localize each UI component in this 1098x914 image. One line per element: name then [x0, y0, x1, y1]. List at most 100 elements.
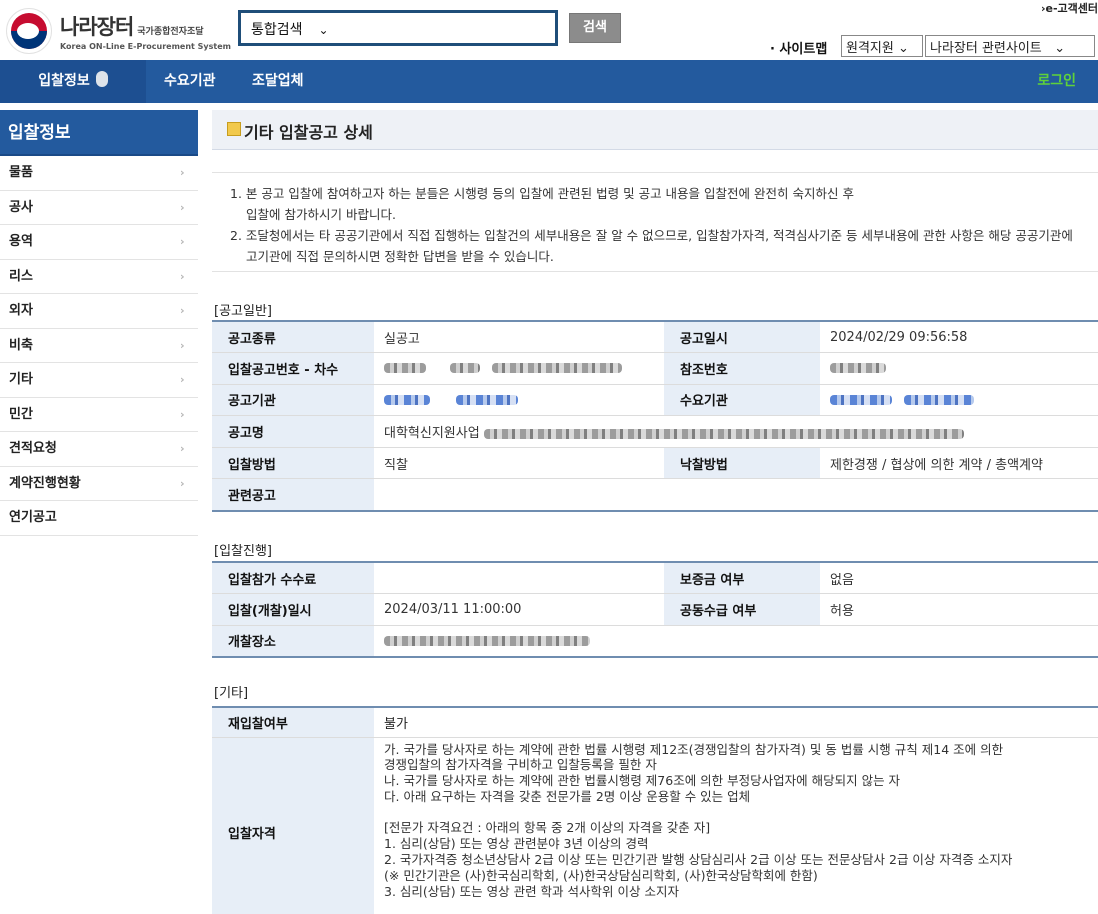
qualification-line: 나. 국가를 당사자로 하는 계약에 관한 법률시행령 제76조에 의한 부정당…: [384, 773, 901, 789]
sidebar-item-label: 민간: [9, 406, 33, 422]
value-deposit: 없음: [820, 562, 1098, 595]
chevron-down-icon: ⌄: [1054, 41, 1066, 56]
main-content: 기타 입찰공고 상세 1. 본 공고 입찰에 참여하고자 하는 분들은 시행령 …: [212, 110, 1098, 914]
label-qualification: 입찰자격: [212, 737, 374, 914]
page-title: 기타 입찰공고 상세: [244, 123, 373, 142]
sidebar-item-label: 비축: [9, 337, 33, 353]
label-related-notice: 관련공고: [212, 478, 374, 512]
value-notice-name: 대학혁신지원사업: [374, 415, 1098, 448]
label-notice-date: 공고일시: [664, 321, 820, 354]
sidebar-item[interactable]: 외자 ›: [0, 294, 198, 329]
ecustomer-label: e-고객센터: [1045, 2, 1098, 15]
sidebar-item[interactable]: 견적요청 ›: [0, 432, 198, 467]
sidebar-item[interactable]: 계약진행현황 ›: [0, 467, 198, 501]
value-notice-type: 실공고: [374, 321, 664, 354]
label-bid-fee: 입찰참가 수수료: [212, 562, 374, 595]
value-notice-date: 2024/02/29 09:56:58: [820, 321, 1098, 354]
qualification-line: [전문가 자격요건 : 아래의 항목 중 2개 이상의 자격을 갖춘 자]: [384, 820, 711, 836]
qualification-line: 경쟁입찰의 참가자격을 구비하고 입찰등록을 필한 자: [384, 757, 657, 773]
sidebar-item-label: 기타: [9, 372, 33, 387]
page: 나라장터 국가종합전자조달 Korea ON-Line E-Procuremen…: [0, 0, 1098, 914]
qualification-line: 가. 국가를 당사자로 하는 계약에 관한 법률 시행령 제12조(경쟁입찰의 …: [384, 741, 1004, 757]
logo-subtitle: 국가종합전자조달: [137, 27, 204, 37]
label-rebid: 재입찰여부: [212, 707, 374, 738]
related-sites-select[interactable]: 나라장터 관련사이트 ⌄: [925, 35, 1095, 57]
sidebar-item-label: 물품: [9, 165, 33, 180]
sidebar-item[interactable]: 공사 ›: [0, 191, 198, 225]
label-ref-number: 참조번호: [664, 352, 820, 385]
value-demand-org-redacted[interactable]: [820, 384, 1098, 417]
label-notice-type: 공고종류: [212, 321, 374, 354]
qualification-line: 다. 아래 요구하는 자격을 갖춘 전문가를 2명 이상 운용할 수 있는 업체: [384, 788, 751, 804]
chevron-down-icon: ⌄: [897, 41, 909, 56]
sitemap-link[interactable]: · 사이트맵: [770, 38, 827, 57]
sidebar-item[interactable]: 연기공고: [0, 501, 198, 536]
sidebar-item-label: 계약진행현황: [9, 475, 81, 491]
search-type-label: 통합검색: [251, 22, 303, 38]
memo-icon: [227, 122, 241, 136]
value-notice-org-redacted[interactable]: [374, 384, 664, 417]
search-box[interactable]: 통합검색 ⌄: [238, 10, 558, 46]
value-open-date: 2024/03/11 11:00:00: [374, 593, 664, 626]
logo-korean-name: 나라장터: [60, 15, 134, 39]
etc-info-table: 재입찰여부 불가 입찰자격 가. 국가를 당사자로 하는 계약에 관한 법률 시…: [212, 706, 1098, 914]
qualification-line: 2. 국가자격증 청소년상담사 2급 이상 또는 민간기관 발행 상담심리사 2…: [384, 852, 1013, 868]
related-sites-label: 나라장터 관련사이트: [930, 41, 1042, 56]
remote-support-label: 원격지원: [846, 41, 894, 56]
notice-line: 입찰에 참가하시기 바랍니다.: [246, 207, 396, 222]
chevron-right-icon: ›: [180, 407, 185, 421]
label-joint-supply: 공동수급 여부: [664, 593, 820, 626]
qualification-line: 1. 심리(상담) 또는 영상 관련분야 3년 이상의 경력: [384, 836, 649, 852]
chevron-right-icon: ›: [180, 269, 185, 283]
value-bid-fee: [374, 562, 664, 595]
label-notice-org: 공고기관: [212, 384, 374, 417]
value-open-place-redacted: [374, 625, 1098, 658]
label-deposit: 보증금 여부: [664, 562, 820, 595]
search-type-select[interactable]: 통합검색 ⌄: [251, 19, 329, 39]
chevron-down-icon: ⌄: [318, 23, 329, 37]
remote-support-select[interactable]: 원격지원 ⌄: [841, 35, 923, 57]
general-info-table: 공고종류 실공고 공고일시 2024/02/29 09:56:58 입찰공고번호…: [212, 320, 1098, 512]
header: 나라장터 국가종합전자조달 Korea ON-Line E-Procuremen…: [0, 0, 1098, 60]
sidebar-item-label: 용역: [9, 234, 33, 249]
chevron-right-icon: ›: [180, 373, 185, 386]
sidebar-item[interactable]: 기타 ›: [0, 363, 198, 398]
nav-label: 입찰정보: [38, 73, 90, 89]
mouse-icon: [95, 71, 108, 87]
page-title-bar: 기타 입찰공고 상세: [212, 110, 1098, 150]
label-open-place: 개찰장소: [212, 625, 374, 658]
value-related-notice: [374, 478, 1098, 512]
logo[interactable]: 나라장터 국가종합전자조달 Korea ON-Line E-Procuremen…: [6, 8, 231, 54]
value-ref-number-redacted: [820, 352, 1098, 385]
qualification-text: 가. 국가를 당사자로 하는 계약에 관한 법률 시행령 제12조(경쟁입찰의 …: [374, 738, 1098, 900]
sidebar-item[interactable]: 민간 ›: [0, 398, 198, 432]
logo-english-name: Korea ON-Line E-Procurement System: [60, 42, 231, 51]
sidebar-item-label: 연기공고: [9, 510, 57, 525]
sidebar-title: 입찰정보: [0, 110, 198, 156]
login-link[interactable]: 로그인: [1037, 60, 1076, 103]
ecustomer-link[interactable]: ›e-고객센터: [1041, 0, 1098, 16]
label-demand-org: 수요기관: [664, 384, 820, 417]
nav-item-supplier[interactable]: 조달업체: [252, 60, 304, 103]
search-button[interactable]: 검색: [569, 13, 621, 43]
progress-info-table: 입찰참가 수수료 보증금 여부 없음 입찰(개찰)일시 2024/03/11 1…: [212, 561, 1098, 658]
value-award-method: 제한경쟁 / 협상에 의한 계약 / 총액계약: [820, 447, 1098, 480]
sidebar-item[interactable]: 용역 ›: [0, 225, 198, 260]
notice-line: 2. 조달청에서는 타 공공기관에서 직접 집행하는 입찰건의 세부내용은 잘 …: [230, 228, 1073, 243]
sidebar-item[interactable]: 물품 ›: [0, 156, 198, 191]
nav-item-bid-info[interactable]: 입찰정보: [0, 60, 146, 103]
sidebar-item[interactable]: 리스 ›: [0, 260, 198, 294]
label-bid-method: 입찰방법: [212, 447, 374, 480]
sidebar-item[interactable]: 비축 ›: [0, 329, 198, 363]
chevron-right-icon: ›: [180, 166, 185, 179]
chevron-right-icon: ›: [180, 235, 185, 248]
qualification-line: 3. 심리(상담) 또는 영상 관련 학과 석사학위 이상 소지자: [384, 883, 679, 899]
value-bid-method: 직찰: [374, 447, 664, 480]
sidebar-item-label: 견적요청: [9, 441, 57, 456]
section-title-general: [공고일반]: [214, 304, 272, 319]
notice-line: 1. 본 공고 입찰에 참여하고자 하는 분들은 시행령 등의 입찰에 관련된 …: [230, 186, 854, 201]
label-notice-name: 공고명: [212, 415, 374, 448]
chevron-right-icon: ›: [180, 338, 185, 352]
nav-item-demand-org[interactable]: 수요기관: [164, 60, 216, 103]
qualification-line: [384, 805, 1088, 821]
